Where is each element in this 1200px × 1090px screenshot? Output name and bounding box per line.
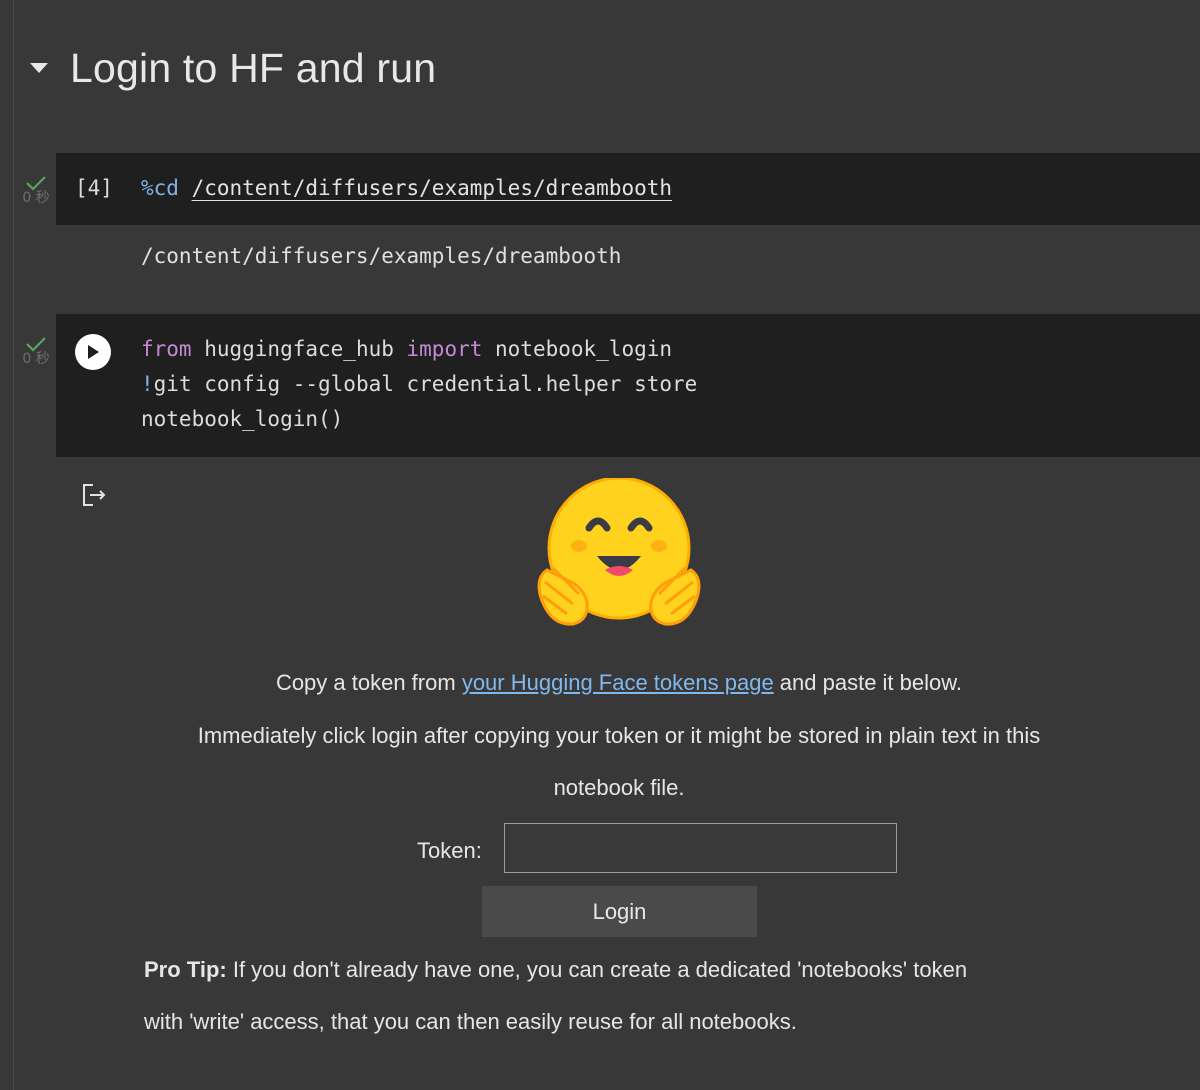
keyword: from (141, 337, 192, 361)
token-label: Token: (417, 838, 482, 863)
pro-tip-label: Pro Tip: (144, 957, 227, 982)
instruction-text: and paste it below. (773, 670, 963, 695)
code-line[interactable]: from huggingface_hub import notebook_log… (141, 337, 672, 361)
keyword: import (406, 337, 483, 361)
tokens-page-link[interactable]: your Hugging Face tokens page (462, 670, 774, 695)
instruction-line: Copy a token from your Hugging Face toke… (140, 670, 1098, 696)
cell-status: 0 秒 (18, 335, 54, 367)
instruction-text: Copy a token from (275, 670, 462, 695)
cell-output: /content/diffusers/examples/dreambooth (141, 244, 622, 268)
instruction-line: notebook file. (553, 775, 685, 800)
notebook-page: Login to HF and run 0 秒 [4] %cd /content… (0, 0, 1200, 1090)
output-action-icon[interactable] (80, 480, 110, 510)
shell-bang: ! (141, 372, 154, 396)
play-icon (88, 345, 99, 359)
pro-tip-text: If you don't already have one, you can c… (226, 957, 968, 982)
code-text: huggingface_hub (191, 337, 407, 361)
execution-count: [4] (75, 176, 113, 200)
code-line[interactable]: notebook_login() (141, 407, 343, 431)
code-text: git config --global credential.helper st… (153, 372, 698, 396)
code-line[interactable]: %cd /content/diffusers/examples/dreamboo… (141, 176, 672, 200)
exec-time: 0 秒 (22, 190, 50, 206)
magic-command: %cd (141, 176, 179, 200)
pro-tip: Pro Tip: If you don't already have one, … (144, 944, 1074, 996)
pro-tip-continued: with 'write' access, that you can then e… (144, 1009, 797, 1034)
left-rail (13, 0, 14, 1090)
path-link[interactable]: /content/diffusers/examples/dreambooth (192, 176, 672, 200)
run-cell-button[interactable] (75, 334, 111, 370)
token-input[interactable] (504, 823, 897, 873)
code-text: notebook_login (482, 337, 673, 361)
cell-status: 0 秒 (18, 174, 54, 206)
code-line[interactable]: !git config --global credential.helper s… (141, 372, 697, 396)
hugging-face-logo (537, 478, 701, 626)
code-text: notebook_login() (141, 407, 344, 431)
login-button[interactable]: Login (482, 886, 757, 937)
instruction-line: Immediately click login after copying yo… (197, 723, 1041, 748)
triangle-down-icon[interactable] (26, 55, 52, 81)
section-header: Login to HF and run (26, 38, 436, 98)
section-title: Login to HF and run (70, 44, 437, 91)
exec-time: 0 秒 (22, 351, 50, 367)
